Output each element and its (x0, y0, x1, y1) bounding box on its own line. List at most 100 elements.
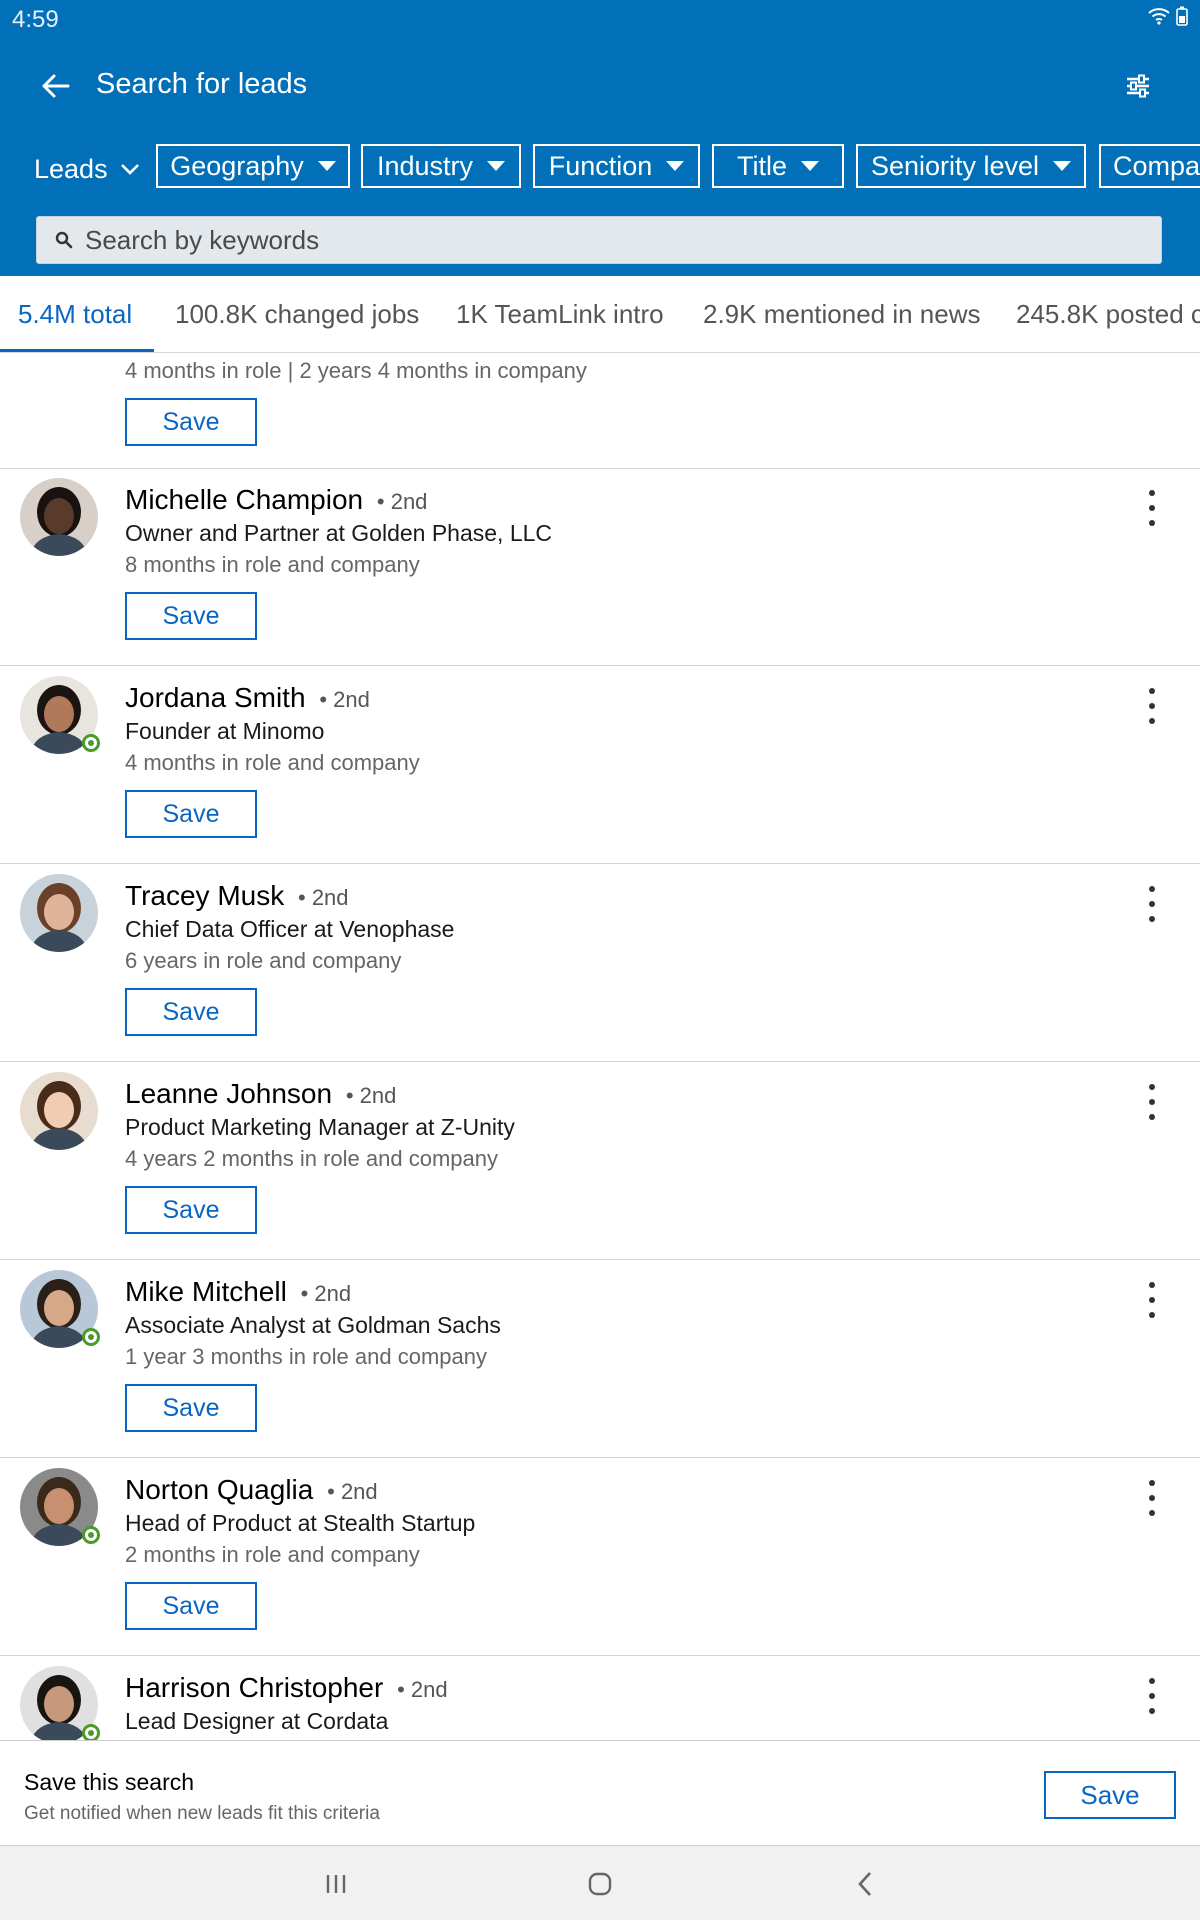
leads-dropdown[interactable]: Leads (34, 144, 140, 194)
status-time: 4:59 (12, 6, 59, 33)
more-options-icon[interactable] (1140, 886, 1164, 922)
lead-name[interactable]: Harrison Christopher (125, 1672, 383, 1703)
lead-title: Head of Product at Stealth Startup (125, 1510, 476, 1536)
save-lead-button[interactable]: Save (125, 398, 257, 446)
tab-teamlink-intro[interactable]: 1K TeamLink intro (456, 276, 664, 352)
lead-name-line[interactable]: Tracey Musk • 2nd (125, 880, 349, 912)
save-lead-button[interactable]: Save (125, 1384, 257, 1432)
recent-apps-icon (326, 1875, 346, 1893)
lead-name-line[interactable]: Michelle Champion • 2nd (125, 484, 427, 516)
lead-name[interactable]: Jordana Smith (125, 682, 306, 713)
online-status-icon (82, 1724, 100, 1740)
more-options-icon[interactable] (1140, 1084, 1164, 1120)
chip-label: Industry (376, 150, 474, 181)
connection-degree: • 2nd (300, 1281, 352, 1306)
chip-label: Seniority level (870, 150, 1040, 181)
lead-tenure: 1 year 3 months in role and company (125, 1344, 487, 1369)
more-options-icon[interactable] (1140, 490, 1164, 526)
lead-card[interactable]: Michelle Champion • 2nd Owner and Partner… (0, 468, 1200, 666)
lead-title: Associate Analyst at Goldman Sachs (125, 1312, 501, 1338)
lead-name-line[interactable]: Leanne Johnson • 2nd (125, 1078, 396, 1110)
save-search-button[interactable]: Save (1044, 1771, 1176, 1819)
lead-card[interactable]: Mike Mitchell • 2nd Associate Analyst at … (0, 1260, 1200, 1458)
connection-degree: • 2nd (397, 1677, 448, 1702)
lead-title: Product Marketing Manager at Z-Unity (125, 1114, 515, 1140)
lead-title: Lead Designer at Cordata (125, 1708, 389, 1734)
tab-changed-jobs[interactable]: 100.8K changed jobs (175, 276, 419, 352)
lead-name[interactable]: Norton Quaglia (125, 1474, 313, 1505)
lead-tenure: 4 years 2 months in role and company (125, 1146, 498, 1171)
recent-apps-button[interactable] (316, 1864, 356, 1904)
back-chevron-icon (858, 1872, 871, 1896)
lead-card[interactable]: Norton Quaglia • 2nd Head of Product at S… (0, 1458, 1200, 1656)
app-header: 4:59 Search for leads Leads Geography In… (0, 0, 1200, 276)
tab-posted[interactable]: 245.8K posted c (1016, 276, 1200, 352)
caret-down-icon (487, 161, 506, 171)
lead-title: Owner and Partner at Golden Phase, LLC (125, 520, 553, 546)
more-options-icon[interactable] (1140, 688, 1164, 724)
home-icon (588, 1872, 612, 1896)
lead-name[interactable]: Tracey Musk (125, 880, 284, 911)
chip-title[interactable]: Title (712, 144, 844, 188)
lead-card[interactable]: Jordana Smith • 2nd Founder at Minomo 4 mo… (0, 666, 1200, 864)
avatar[interactable] (20, 874, 98, 952)
lead-card[interactable]: Leanne Johnson • 2nd Product Marketing Ma… (0, 1062, 1200, 1260)
chip-function[interactable]: Function (533, 144, 700, 188)
caret-down-icon (666, 161, 685, 171)
chevron-down-icon (120, 164, 139, 175)
save-lead-button[interactable]: Save (125, 592, 257, 640)
search-box (36, 216, 1162, 264)
sliders-icon (1127, 74, 1149, 98)
connection-degree: • 2nd (376, 489, 428, 514)
save-search-subtitle: Get notified when new leads fit this cri… (24, 1803, 380, 1824)
status-icons (1148, 6, 1188, 26)
lead-tenure: 4 months in role and company (125, 750, 420, 775)
tab-total[interactable]: 5.4M total (18, 276, 132, 352)
page-title: Search for leads (96, 68, 308, 100)
home-button[interactable] (580, 1864, 620, 1904)
chip-seniority-level[interactable]: Seniority level (856, 144, 1086, 188)
filter-settings-button[interactable] (1118, 66, 1158, 106)
chip-company[interactable]: Compa (1099, 144, 1200, 188)
avatar[interactable] (20, 1072, 98, 1150)
lead-name[interactable]: Michelle Champion (125, 484, 363, 515)
lead-name-line[interactable]: Jordana Smith • 2nd (125, 682, 370, 714)
save-search-title: Save this search (24, 1769, 195, 1795)
chip-geography[interactable]: Geography (156, 144, 350, 188)
battery-icon (1176, 6, 1188, 26)
lead-card[interactable]: Harrison Christopher • 2nd Lead Designer … (0, 1656, 1200, 1740)
lead-tenure: 4 months in role | 2 years 4 months in c… (125, 358, 587, 383)
back-button[interactable] (36, 66, 76, 106)
lead-list: 4 months in role | 2 years 4 months in c… (0, 352, 1200, 1740)
lead-tenure: 8 months in role and company (125, 552, 420, 577)
avatar[interactable] (20, 478, 98, 556)
lead-name[interactable]: Mike Mitchell (125, 1276, 287, 1307)
lead-name-line[interactable]: Norton Quaglia • 2nd (125, 1474, 378, 1506)
lead-title: Chief Data Officer at Venophase (125, 916, 455, 942)
filter-chips: Leads Geography Industry Function Title … (0, 144, 1200, 196)
tab-mentioned-in-news[interactable]: 2.9K mentioned in news (703, 276, 981, 352)
back-nav-button[interactable] (845, 1864, 885, 1904)
lead-card[interactable]: Tracey Musk • 2nd Chief Data Officer at V… (0, 864, 1200, 1062)
online-status-icon (82, 734, 100, 752)
search-input[interactable] (83, 223, 1087, 257)
search-icon (55, 231, 73, 249)
more-options-icon[interactable] (1140, 1282, 1164, 1318)
save-lead-button[interactable]: Save (125, 1186, 257, 1234)
lead-name-line[interactable]: Harrison Christopher • 2nd (125, 1672, 448, 1704)
more-options-icon[interactable] (1140, 1678, 1164, 1714)
caret-down-icon (317, 161, 336, 171)
save-lead-button[interactable]: Save (125, 988, 257, 1036)
save-lead-button[interactable]: Save (125, 790, 257, 838)
system-nav-bar (0, 1846, 1200, 1920)
save-lead-button[interactable]: Save (125, 1582, 257, 1630)
lead-name-line[interactable]: Mike Mitchell • 2nd (125, 1276, 351, 1308)
lead-tenure: 2 months in role and company (125, 1542, 420, 1567)
results-tabs: 5.4M total 100.8K changed jobs 1K TeamLi… (0, 276, 1200, 353)
connection-degree: • 2nd (319, 687, 370, 712)
more-options-icon[interactable] (1140, 1480, 1164, 1516)
save-search-bar: Save this search Get notified when new l… (0, 1740, 1200, 1846)
chip-label: Title (736, 150, 787, 181)
chip-industry[interactable]: Industry (361, 144, 521, 188)
lead-name[interactable]: Leanne Johnson (125, 1078, 332, 1109)
